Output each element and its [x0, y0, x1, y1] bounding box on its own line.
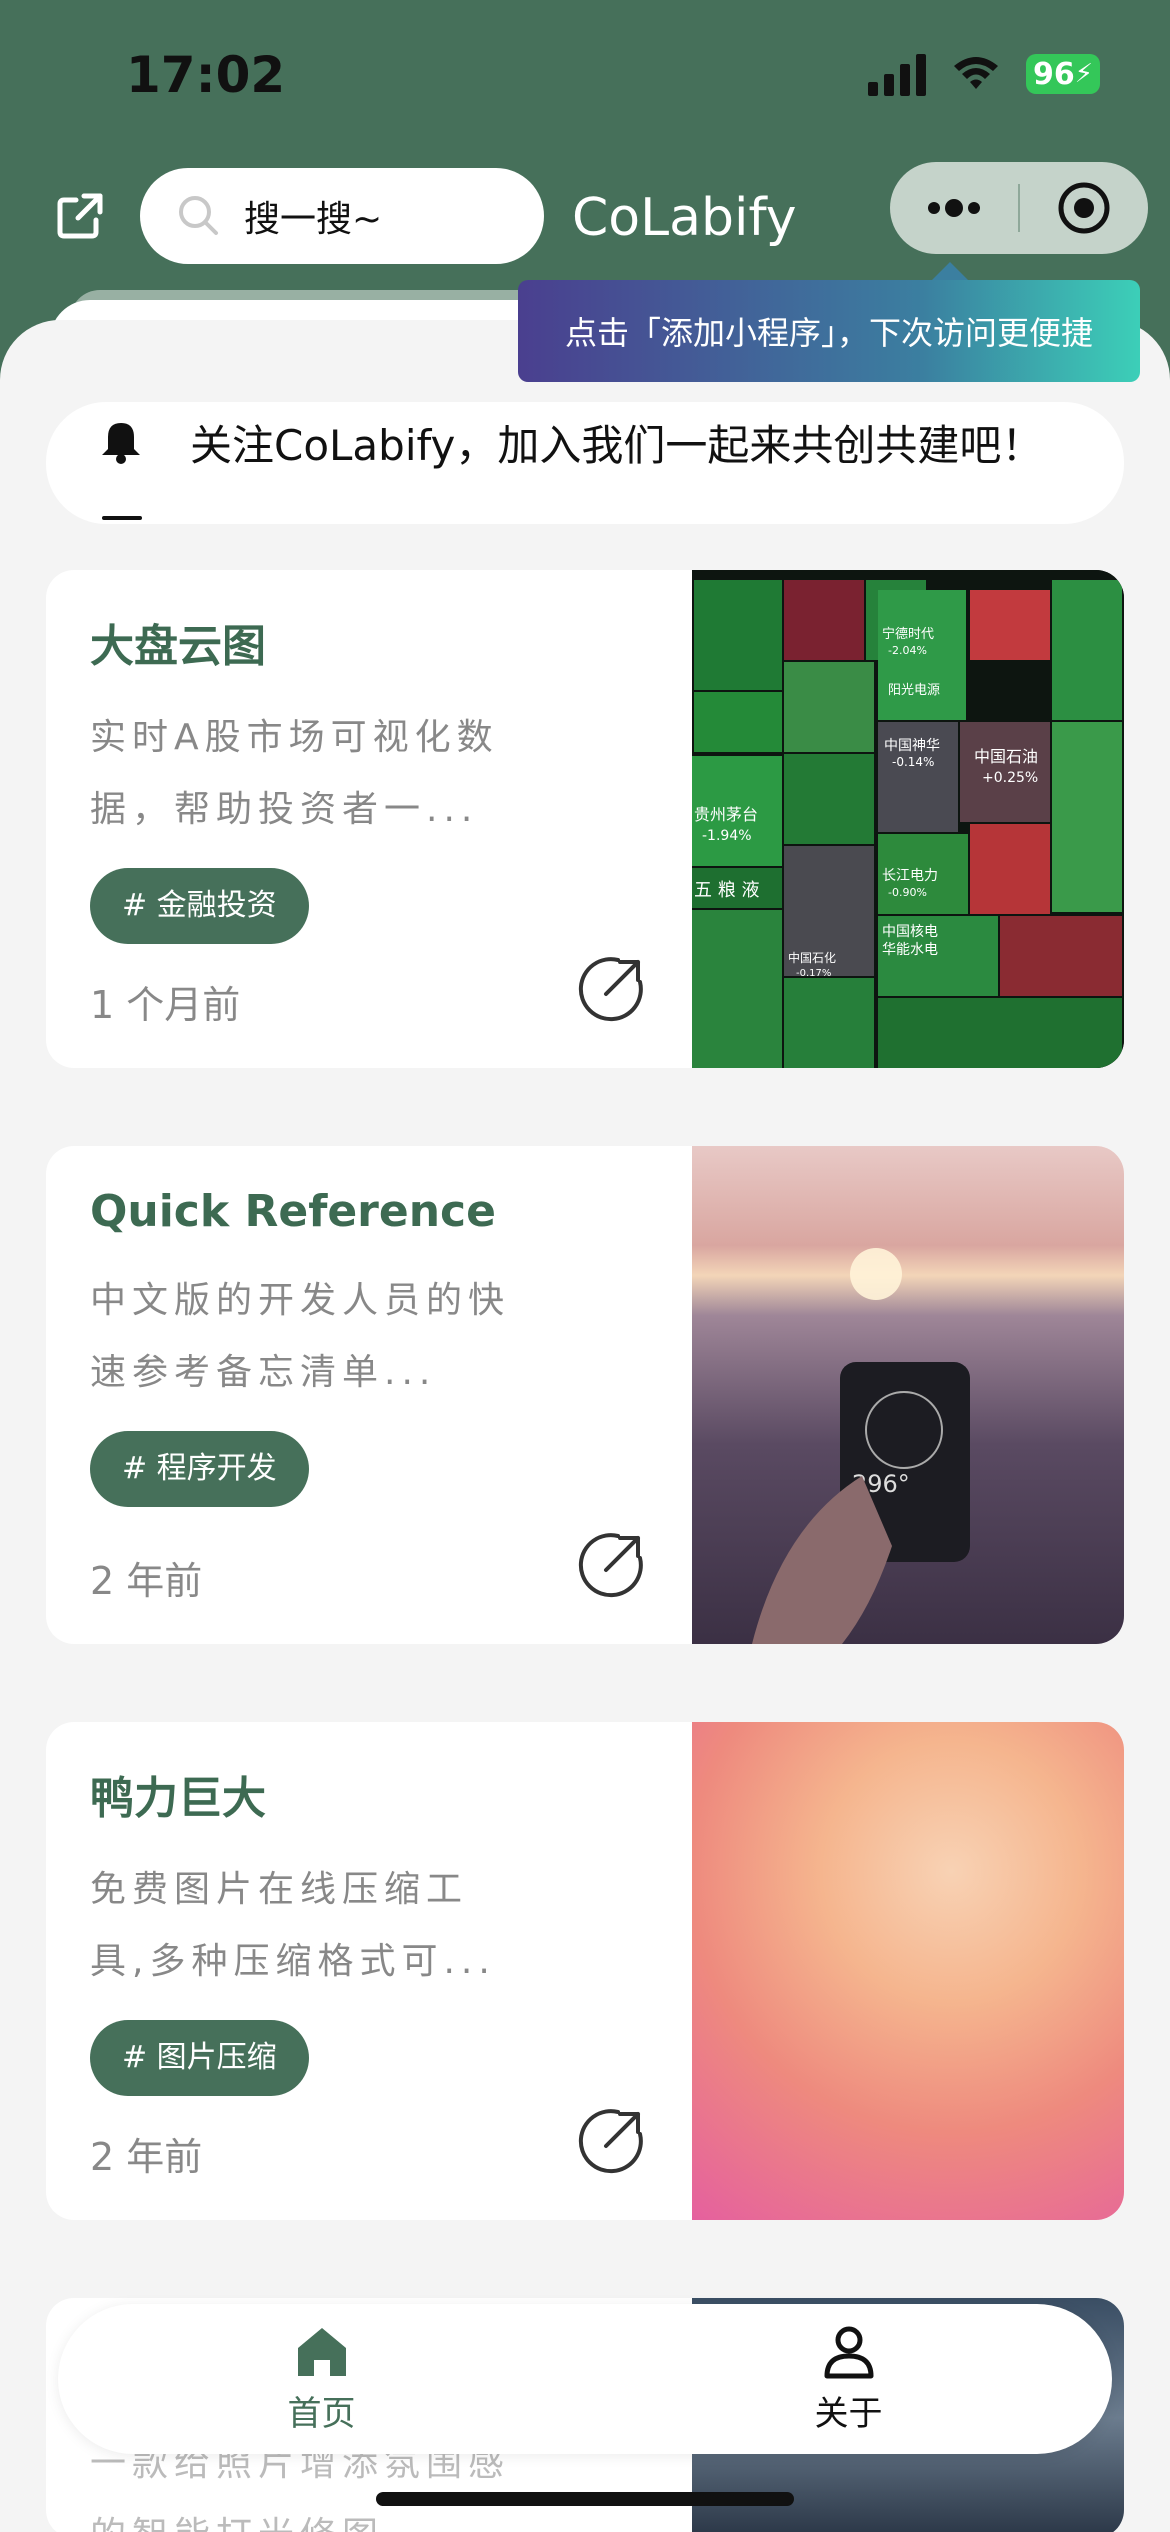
card-image-gradient	[692, 1722, 1124, 2220]
heatmap-label: 华能水电	[882, 942, 938, 958]
heatmap-label: 中国石化	[788, 950, 836, 965]
heatmap-label: -0.90%	[888, 886, 927, 899]
close-miniprogram-button[interactable]	[1020, 162, 1148, 254]
tab-home[interactable]: 首页	[58, 2304, 585, 2454]
add-miniprogram-tooltip[interactable]: 点击「添加小程序」，下次访问更便捷	[518, 262, 1140, 382]
bell-icon	[102, 423, 140, 464]
open-link-icon[interactable]	[576, 1530, 646, 1600]
search-icon	[179, 196, 218, 235]
heatmap-label: 中国神华	[884, 738, 940, 754]
card-title: 鸭力巨大	[90, 1773, 266, 1824]
tab-bar: 首页 关于	[58, 2304, 1112, 2454]
open-link-icon[interactable]	[576, 2106, 646, 2176]
card-body: 鸭力巨大 免费图片在线压缩工具,多种压缩格式可... # 图片压缩	[90, 1762, 690, 2096]
status-icons: 96 ⚡	[868, 52, 1100, 96]
card-dapan[interactable]: 大盘云图 实时A股市场可视化数据，帮助投资者一... # 金融投资 1 个月前	[46, 570, 1124, 1068]
search-input[interactable]: 搜一搜~	[140, 168, 544, 264]
wifi-icon	[954, 57, 998, 89]
share-icon[interactable]	[54, 190, 106, 242]
next-notice-hint	[102, 516, 142, 520]
card-description: 实时A股市场可视化数据，帮助投资者一...	[90, 717, 499, 830]
card-tag[interactable]: # 图片压缩	[90, 2020, 309, 2096]
miniprogram-capsule	[890, 162, 1148, 254]
battery-icon: 96 ⚡	[1026, 54, 1100, 94]
more-dots-icon	[928, 199, 980, 217]
card-description: 中文版的开发人员的快速参考备忘清单...	[90, 1280, 511, 1393]
heatmap-label: +0.25%	[982, 770, 1038, 786]
heatmap-label: 长江电力	[882, 868, 938, 884]
card-body: Quick Reference 中文版的开发人员的快速参考备忘清单... # 程…	[90, 1186, 690, 1507]
card-image-heatmap: 宁德时代 -2.04% 阳光电源 中国神华 -0.14% 中国石油 +0.25%…	[692, 570, 1124, 1068]
market-heatmap-image: 宁德时代 -2.04% 阳光电源 中国神华 -0.14% 中国石油 +0.25%…	[692, 570, 1124, 1068]
heatmap-label: 中国石油	[974, 747, 1038, 766]
card-description: 免费图片在线压缩工具,多种压缩格式可...	[90, 1869, 496, 1982]
heatmap-label: 宁德时代	[882, 626, 934, 642]
card-yali[interactable]: 鸭力巨大 免费图片在线压缩工具,多种压缩格式可... # 图片压缩 2 年前	[46, 1722, 1124, 2220]
heatmap-label: -0.17%	[796, 968, 831, 979]
search-placeholder: 搜一搜~	[244, 199, 383, 240]
target-icon	[1058, 182, 1110, 234]
card-tag[interactable]: # 程序开发	[90, 1431, 309, 1507]
card-tag[interactable]: # 金融投资	[90, 868, 309, 944]
card-title: Quick Reference	[90, 1186, 496, 1237]
heatmap-label: -0.14%	[892, 755, 934, 769]
tab-about[interactable]: 关于	[585, 2304, 1112, 2454]
tab-about-label: 关于	[814, 2393, 883, 2434]
status-time: 17:02	[126, 46, 286, 104]
heatmap-label: 贵州茅台	[694, 805, 758, 824]
card-time: 1 个月前	[90, 983, 241, 1027]
heatmap-label: -2.04%	[888, 644, 927, 657]
battery-level: 96	[1032, 56, 1075, 92]
notice-bar[interactable]: 关注CoLabify，加入我们一起来共创共建吧！	[46, 402, 1124, 524]
cellular-signal-icon	[868, 52, 926, 96]
card-image-phone-sunset: 296°	[692, 1146, 1124, 1644]
app-title: CoLabify	[572, 188, 797, 248]
more-button[interactable]	[890, 162, 1018, 254]
home-indicator	[376, 2492, 794, 2506]
card-body: 大盘云图 实时A股市场可视化数据，帮助投资者一... # 金融投资	[90, 610, 690, 944]
home-icon	[297, 2327, 346, 2376]
tab-home-label: 首页	[287, 2393, 356, 2434]
open-link-icon[interactable]	[576, 954, 646, 1024]
card-quick-reference[interactable]: Quick Reference 中文版的开发人员的快速参考备忘清单... # 程…	[46, 1146, 1124, 1644]
heatmap-label: 五 粮 液	[694, 880, 759, 901]
heatmap-label: -1.94%	[702, 828, 752, 844]
heatmap-label: 中国核电	[882, 924, 938, 940]
card-title: 大盘云图	[90, 621, 266, 672]
heatmap-label: 阳光电源	[888, 683, 940, 698]
card-time: 2 年前	[90, 2135, 203, 2179]
user-icon	[824, 2326, 873, 2378]
notice-text: 关注CoLabify，加入我们一起来共创共建吧！	[190, 420, 1044, 470]
card-time: 2 年前	[90, 1559, 203, 1603]
phone-compass-image: 296°	[752, 1248, 970, 1644]
